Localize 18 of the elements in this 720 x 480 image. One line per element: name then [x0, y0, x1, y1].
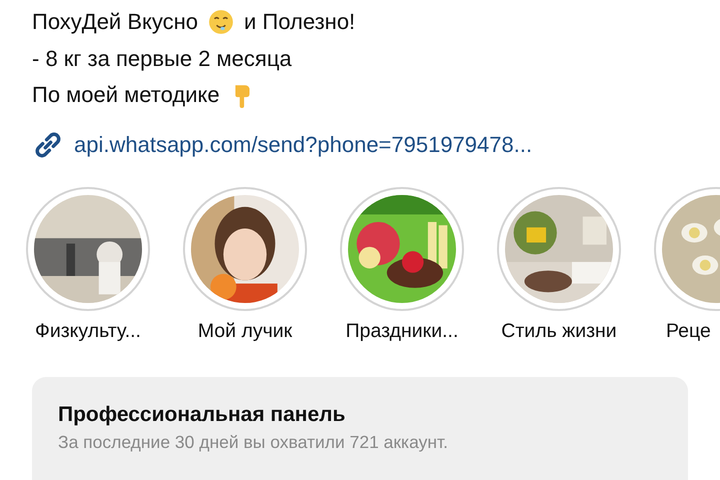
bio-text: ПохуДей Вкусно — [32, 9, 198, 36]
story-highlight[interactable] — [183, 186, 307, 310]
story-highlight[interactable] — [340, 186, 464, 310]
smiley-icon — [208, 9, 234, 36]
panel-subtitle: За последние 30 дней вы охватили 721 аккаунт. — [58, 432, 448, 452]
bio-text: По моей методике — [32, 82, 220, 108]
professional-dashboard-card[interactable]: Профессиональная панель За последние 30 дней вы охватили 721 аккаунт. — [32, 376, 688, 480]
bio-text: и Полезно! — [244, 9, 356, 36]
highlight-label: Праздники... — [346, 320, 458, 342]
highlight-label: Мой лучик — [198, 320, 292, 342]
story-highlight[interactable] — [26, 186, 150, 310]
panel-title: Профессиональная панель — [58, 402, 346, 426]
website-link[interactable]: api.whatsapp.com/send?phone=7951979478... — [74, 132, 532, 158]
bio-text: - 8 кг за первые 2 месяца — [32, 46, 292, 72]
highlight-label: Реце — [666, 320, 711, 342]
highlight-label: Стиль жизни — [501, 320, 617, 342]
highlight-label: Физкульту... — [35, 320, 141, 342]
story-highlight[interactable] — [497, 186, 621, 310]
